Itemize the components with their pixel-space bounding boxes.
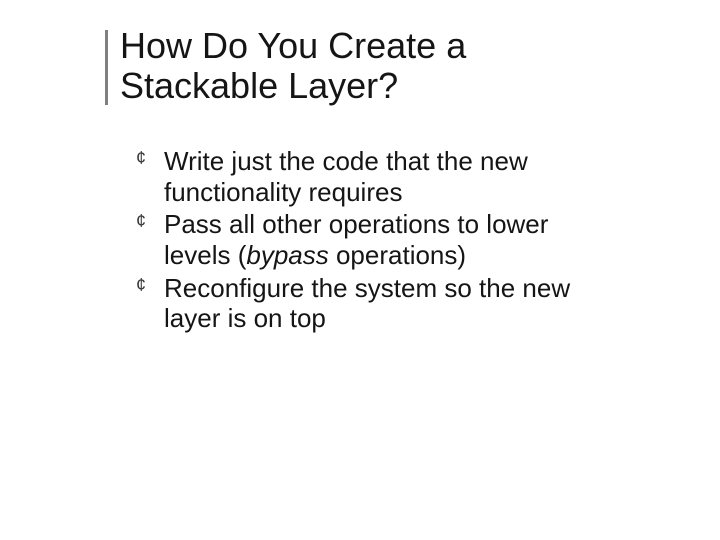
list-item: Reconfigure the system so the new layer … bbox=[136, 273, 616, 334]
bullet-text: Write just the code that the new functio… bbox=[164, 146, 528, 207]
slide: How Do You Create a Stackable Layer? Wri… bbox=[0, 0, 720, 540]
slide-title: How Do You Create a Stackable Layer? bbox=[120, 26, 630, 107]
list-item: Pass all other operations to lower level… bbox=[136, 209, 616, 270]
bullet-text: operations) bbox=[329, 240, 466, 270]
dot-icon bbox=[69, 62, 79, 72]
bullet-text: Reconfigure the system so the new layer … bbox=[164, 273, 570, 334]
bullet-list: Write just the code that the new functio… bbox=[136, 146, 616, 334]
dot-icon bbox=[84, 62, 94, 72]
list-item: Write just the code that the new functio… bbox=[136, 146, 616, 207]
slide-body: Write just the code that the new functio… bbox=[136, 146, 616, 336]
title-divider-bar bbox=[105, 30, 108, 105]
bullet-emph: bypass bbox=[246, 240, 328, 270]
dot-icon bbox=[54, 62, 64, 72]
decorative-dots bbox=[54, 62, 94, 72]
